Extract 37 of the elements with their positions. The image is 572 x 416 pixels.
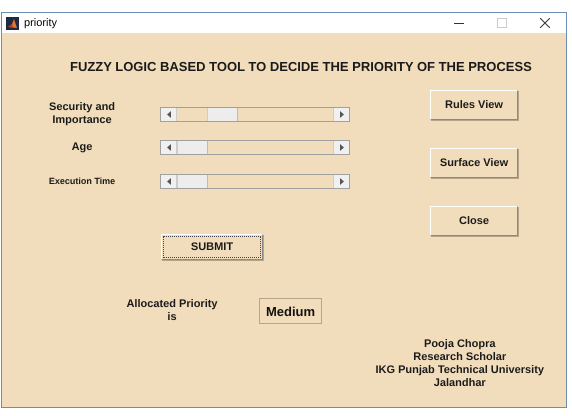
maximize-icon bbox=[497, 18, 507, 28]
window-title: priority bbox=[24, 17, 58, 29]
slider-thumb[interactable] bbox=[177, 140, 208, 154]
heading: FUZZY LOGIC BASED TOOL TO DECIDE THE PRIORITY OF THE PROCESS bbox=[70, 59, 533, 74]
view-button[interactable]: Close bbox=[430, 206, 518, 236]
slider-label: Execution Time bbox=[48, 174, 116, 188]
left-arrow-icon bbox=[166, 144, 170, 150]
result-label: Allocated Priority is bbox=[125, 298, 219, 324]
slider[interactable] bbox=[160, 106, 350, 122]
view-button[interactable]: Surface View bbox=[430, 148, 518, 178]
right-arrow-icon bbox=[340, 110, 344, 118]
credit-line: IKG Punjab Technical University bbox=[375, 364, 544, 377]
slider-thumb[interactable] bbox=[207, 108, 238, 120]
app-icon bbox=[6, 16, 19, 30]
right-arrow-icon bbox=[340, 144, 344, 150]
increase-button[interactable] bbox=[333, 174, 349, 188]
decrease-button[interactable] bbox=[161, 140, 177, 154]
credit-line: Pooja Chopra bbox=[424, 338, 496, 351]
submit-button[interactable]: SUBMIT bbox=[161, 234, 263, 260]
slider-label: Age bbox=[70, 140, 94, 154]
credit-line: Jalandhar bbox=[434, 377, 486, 390]
decrease-button[interactable] bbox=[161, 174, 177, 188]
left-arrow-icon bbox=[166, 178, 170, 184]
right-arrow-icon bbox=[340, 178, 344, 184]
slider[interactable] bbox=[160, 140, 350, 154]
slider[interactable] bbox=[160, 174, 350, 188]
view-button[interactable]: Rules View bbox=[430, 90, 518, 120]
credit-line: Research Scholar bbox=[413, 351, 506, 364]
result-value: Medium bbox=[259, 298, 322, 324]
increase-button[interactable] bbox=[333, 140, 349, 154]
left-arrow-icon bbox=[166, 110, 170, 118]
slider-thumb[interactable] bbox=[177, 174, 208, 188]
increase-button[interactable] bbox=[333, 108, 349, 120]
close-icon bbox=[540, 18, 550, 28]
decrease-button[interactable] bbox=[161, 108, 177, 120]
minimize-icon bbox=[454, 22, 464, 24]
slider-label: Security and Importance bbox=[48, 101, 116, 127]
